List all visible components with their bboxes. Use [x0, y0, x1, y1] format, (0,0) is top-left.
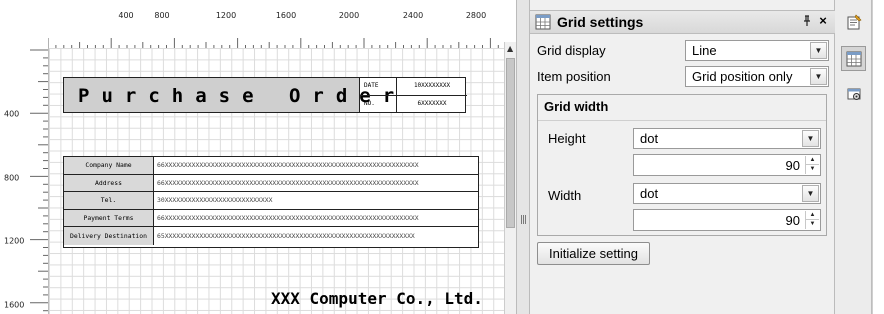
window-edge: [872, 0, 884, 314]
divider: [538, 120, 826, 121]
spin-buttons[interactable]: ▲ ▼: [805, 156, 819, 174]
item-position-label: Item position: [537, 69, 611, 84]
date-row[interactable]: DATE 10XXXXXXXX: [360, 78, 467, 95]
table-row[interactable]: Company Name 66XXXXXXXXXXXXXXXXXXXXXXXXX…: [64, 157, 478, 175]
date-value: 10XXXXXXXX: [413, 82, 451, 89]
grid-settings-panel: Grid settings × Grid display Line ▼ Item…: [530, 0, 835, 314]
width-unit-value: dot: [640, 186, 659, 201]
row-value: 66XXXXXXXXXXXXXXXXXXXXXXXXXXXXXXXXXXXXXX…: [157, 161, 419, 170]
ruler-label: 2800: [465, 11, 487, 20]
number-row[interactable]: NO. 6XXXXXXX: [360, 95, 467, 112]
spin-down-icon[interactable]: ▼: [806, 165, 819, 174]
chevron-down-icon[interactable]: ▼: [802, 185, 819, 202]
ruler-label: 2400: [402, 11, 424, 20]
print-settings-icon[interactable]: [841, 81, 866, 106]
grid-display-label: Grid display: [537, 43, 606, 58]
chevron-down-icon[interactable]: ▼: [802, 130, 819, 147]
initialize-setting-button[interactable]: Initialize setting: [537, 242, 650, 265]
grid-width-group: Grid width Height dot ▼ 90 ▲ ▼ Width dot…: [537, 94, 827, 236]
item-position-value: Grid position only: [692, 69, 793, 84]
ruler-label: 1600: [4, 300, 25, 310]
grid-settings-icon: [535, 14, 551, 30]
row-label: Payment Terms: [64, 209, 154, 227]
row-label: Tel.: [64, 192, 154, 209]
width-label: Width: [548, 188, 582, 203]
table-row[interactable]: Address 66XXXXXXXXXXXXXXXXXXXXXXXXXXXXXX…: [64, 174, 478, 193]
ruler-ticks: [30, 49, 48, 312]
scroll-up-icon[interactable]: ▲: [507, 44, 513, 53]
ruler-label: 800: [4, 173, 20, 183]
ruler-label: 400: [118, 11, 134, 20]
ruler-label: 2000: [338, 11, 360, 20]
row-label: Address: [64, 174, 154, 192]
spin-up-icon[interactable]: ▲: [806, 156, 819, 165]
side-toolbar: [835, 0, 872, 314]
report-designer-canvas[interactable]: 400 800 1200 1600 2000 2400 2800 400 800…: [0, 0, 516, 314]
table-row[interactable]: Payment Terms 66XXXXXXXXXXXXXXXXXXXXXXXX…: [64, 209, 478, 228]
row-value: 65XXXXXXXXXXXXXXXXXXXXXXXXXXXXXXXXXXXXXX…: [157, 232, 415, 241]
ruler-label: 800: [154, 11, 170, 20]
panel-title: Grid settings: [557, 14, 644, 30]
chevron-down-icon[interactable]: ▼: [810, 68, 827, 85]
company-name[interactable]: XXX Computer Co., Ltd.: [271, 289, 483, 308]
ruler-ticks: [48, 38, 499, 48]
grid-settings-icon[interactable]: [841, 46, 866, 71]
grid-display-value: Line: [692, 43, 717, 58]
spin-down-icon[interactable]: ▼: [806, 220, 819, 229]
close-icon[interactable]: ×: [816, 13, 830, 28]
width-value[interactable]: 90: [786, 213, 800, 228]
grip-icon: |||: [520, 215, 527, 225]
spin-up-icon[interactable]: ▲: [806, 211, 819, 220]
ruler-label: 400: [4, 109, 20, 119]
grid-display-select[interactable]: Line ▼: [685, 40, 829, 61]
height-unit-select[interactable]: dot ▼: [633, 128, 821, 149]
date-label: DATE: [360, 78, 397, 95]
customer-info-table[interactable]: Company Name 66XXXXXXXXXXXXXXXXXXXXXXXXX…: [63, 156, 479, 248]
height-label: Height: [548, 131, 586, 146]
number-value: 6XXXXXXX: [417, 100, 447, 107]
row-value: 66XXXXXXXXXXXXXXXXXXXXXXXXXXXXXXXXXXXXXX…: [157, 178, 419, 187]
panel-splitter[interactable]: |||: [516, 0, 530, 314]
report-page[interactable]: Purchase Order DATE 10XXXXXXXX NO. 6XXXX…: [48, 48, 504, 314]
row-value: 30XXXXXXXXXXXXXXXXXXXXXXXXXXXX: [157, 196, 273, 205]
horizontal-ruler: 400 800 1200 1600 2000 2400 2800: [48, 8, 504, 48]
number-label: NO.: [360, 96, 397, 112]
table-row[interactable]: Delivery Destination 65XXXXXXXXXXXXXXXXX…: [64, 227, 478, 245]
title-block[interactable]: Purchase Order DATE 10XXXXXXXX NO. 6XXXX…: [63, 77, 467, 113]
item-position-select[interactable]: Grid position only ▼: [685, 66, 829, 87]
chevron-down-icon[interactable]: ▼: [810, 42, 827, 59]
row-label: Delivery Destination: [64, 227, 154, 245]
ruler-label: 1600: [275, 11, 297, 20]
table-row[interactable]: Tel. 30XXXXXXXXXXXXXXXXXXXXXXXXXXXX: [64, 192, 478, 210]
scrollbar-thumb[interactable]: [506, 58, 515, 228]
form-title[interactable]: Purchase Order: [64, 78, 394, 112]
vertical-ruler: 400 800 1200 1600: [0, 48, 48, 314]
row-value: 66XXXXXXXXXXXXXXXXXXXXXXXXXXXXXXXXXXXXXX…: [157, 214, 419, 223]
ruler-label: 1200: [4, 236, 25, 246]
height-value-stepper[interactable]: 90 ▲ ▼: [633, 154, 821, 176]
panel-header: Grid settings ×: [530, 10, 835, 34]
row-label: Company Name: [64, 157, 154, 174]
grid-width-title: Grid width: [544, 99, 609, 114]
properties-icon[interactable]: [841, 9, 866, 34]
width-value-stepper[interactable]: 90 ▲ ▼: [633, 209, 821, 231]
pin-icon[interactable]: [800, 15, 814, 30]
ruler-label: 1200: [215, 11, 237, 20]
spin-buttons[interactable]: ▲ ▼: [805, 211, 819, 229]
height-unit-value: dot: [640, 131, 659, 146]
height-value[interactable]: 90: [786, 158, 800, 173]
width-unit-select[interactable]: dot ▼: [633, 183, 821, 204]
vertical-scrollbar[interactable]: ▲: [504, 42, 516, 314]
